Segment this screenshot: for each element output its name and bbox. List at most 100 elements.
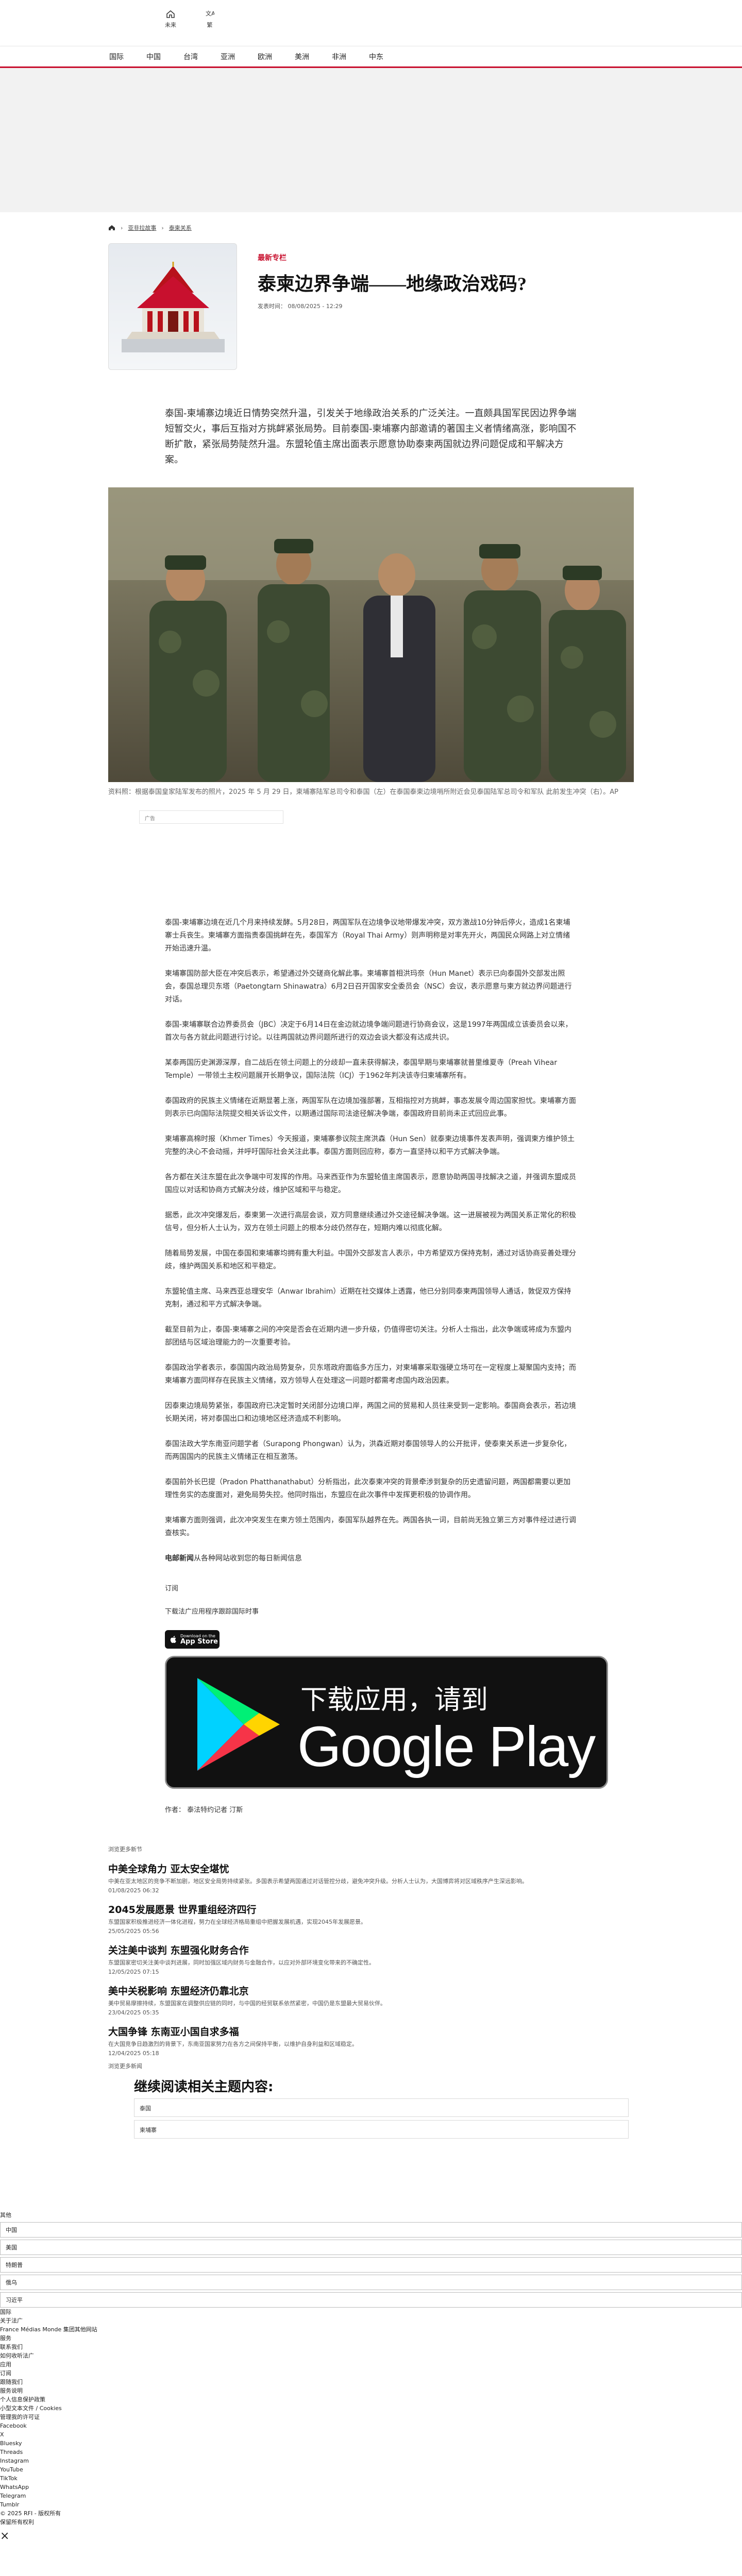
related-item-date: 12/05/2025 07:15 (108, 1969, 159, 1975)
footer-link[interactable]: 小型文本文件 / Cookies (0, 2404, 742, 2413)
footer-copyright: © 2025 RFI - 版权所有 (0, 2510, 61, 2517)
related-item[interactable]: 2045发展愿景 世界重组经济四行 东盟国家积极推进经济一体化进程，努力在全球经… (108, 1902, 603, 1935)
related-item-title[interactable]: 美中关税影响 东盟经济仍靠北京 (108, 1984, 603, 1997)
related-item-title[interactable]: 大国争锋 东南亚小国自求多福 (108, 2024, 603, 2038)
topic-tag[interactable]: 泰国 (134, 2098, 629, 2117)
footer-link[interactable]: 服务 (0, 2334, 742, 2343)
translate-tool-label: 繁 (207, 22, 213, 28)
related-item[interactable]: 中美全球角力 亚太安全堪忧 中美在亚太地区的竞争不断加剧，地区安全局势持续紧张。… (108, 1861, 603, 1894)
article-paragraph: 泰国政治学者表示，泰国国内政治局势复杂，贝东塔政府面临多方压力，对柬埔寨采取强硬… (165, 1364, 576, 1385)
google-play-cn-label: 下载应用，请到 (300, 1685, 488, 1716)
related-item-title[interactable]: 关注美中谈判 东盟强化财务合作 (108, 1943, 603, 1957)
article-paragraph: 据悉，此次冲突爆发后，泰柬第一次进行高层会谈，双方同意继续通过外交途径解决争端。… (165, 1211, 576, 1232)
breadcrumb-separator: › (121, 224, 123, 231)
translate-tool[interactable]: 文A 繁 (205, 9, 214, 29)
footer-link[interactable]: WhatsApp (0, 2483, 742, 2492)
article-hero-photo (108, 487, 634, 782)
footer-link-box[interactable]: 中国 (0, 2222, 742, 2238)
footer-link[interactable]: 联系我们 (0, 2343, 742, 2351)
subscribe-link[interactable]: 订阅 (165, 1583, 577, 1592)
footer-link[interactable]: Threads (0, 2448, 742, 2456)
footer-link-box[interactable]: 习近平 (0, 2292, 742, 2308)
main-nav: 国际 中国 台湾 亚洲 欧洲 美洲 非洲 中东 (0, 46, 742, 68)
article-paragraph: 东盟轮值主席、马来西亚总理安华（Anwar Ibrahim）近期在社交媒体上透露… (165, 1287, 571, 1309)
footer-link[interactable]: 订阅 (0, 2369, 742, 2378)
svg-text:文A: 文A (206, 10, 214, 17)
related-item-title[interactable]: 中美全球角力 亚太安全堪忧 (108, 1861, 603, 1875)
article-paragraph: 柬埔寨方面则强调，此次冲突发生在柬方领土范围内，泰国军队越界在先。两国各执一词，… (165, 1516, 576, 1537)
topic-tag[interactable]: 柬埔寨 (134, 2120, 629, 2139)
footer-title: 其他 (0, 2212, 11, 2218)
app-store-button[interactable]: Download on the App Store (165, 1630, 220, 1649)
footer-link[interactable]: 服务说明 (0, 2386, 742, 2395)
footer-link[interactable]: Bluesky (0, 2439, 742, 2448)
nav-item-international[interactable]: 国际 (109, 52, 124, 62)
translate-icon: 文A (206, 10, 214, 17)
nav-item-china[interactable]: 中国 (146, 52, 161, 62)
footer-link[interactable]: TikTok (0, 2474, 742, 2483)
footer-link[interactable]: Instagram (0, 2456, 742, 2465)
article-author: 作者： 泰法特约记者 汀斯 (165, 1806, 243, 1814)
footer-link[interactable]: X (0, 2430, 742, 2439)
google-play-label: Google Play (297, 1715, 596, 1778)
top-header: 未来 文A 繁 (0, 0, 742, 46)
site-footer: 其他 中国 美国 特朗普 俄乌 习近平 国际 关于法广 France Média… (0, 2211, 742, 2542)
nav-item-taiwan[interactable]: 台湾 (183, 52, 198, 62)
footer-link[interactable]: 国际 (0, 2308, 742, 2316)
footer-link[interactable]: Facebook (0, 2421, 742, 2430)
article-paragraph: 某泰两国历史渊源深厚，自二战后在领土问题上的分歧却一直未获得解决，泰国早期与柬埔… (165, 1059, 558, 1080)
footer-link[interactable]: 管理我的许可证 (0, 2413, 742, 2421)
footer-link-box[interactable]: 特朗普 (0, 2257, 742, 2273)
related-item[interactable]: 关注美中谈判 东盟强化财务合作 东盟国家密切关注美中谈判进展，同时加强区域内财务… (108, 1943, 603, 1975)
nav-item-asia[interactable]: 亚洲 (221, 52, 235, 62)
nav-item-europe[interactable]: 欧洲 (258, 52, 272, 62)
article-paragraph: 柬埔寨高棉时报（Khmer Times）今天报道，柬埔寨参议院主席洪森（Hun … (165, 1135, 575, 1156)
app-download-area: 订阅 下载法广应用程序跟踪国际时事 Download on the App St… (165, 1583, 608, 1814)
app-store-label: App Store (180, 1637, 218, 1646)
newsletter-promo: 电邮新闻从各种网站收到您的每日新闻信息 (165, 1552, 577, 1565)
related-item[interactable]: 大国争锋 东南亚小国自求多福 在大国竞争日趋激烈的背景下，东南亚国家努力在各方之… (108, 2024, 603, 2057)
newsletter-label[interactable]: 电邮新闻 (165, 1554, 194, 1563)
google-play-button[interactable]: 下载应用，请到 Google Play (165, 1656, 608, 1789)
nav-item-africa[interactable]: 非洲 (332, 52, 346, 62)
footer-link[interactable]: 跟随我们 (0, 2378, 742, 2386)
footer-link[interactable]: Tumblr (0, 2500, 742, 2509)
footer-link[interactable]: 个人信息保护政策 (0, 2395, 742, 2404)
related-articles: 浏览更多新节 中美全球角力 亚太安全堪忧 中美在亚太地区的竞争不断加剧，地区安全… (108, 1845, 634, 2139)
breadcrumb-item-stories[interactable]: 亚非拉故事 (128, 224, 156, 232)
article-header: 最新专栏 泰柬边界争端——地缘政治戏码? 发表时间： 08/08/2025 - … (108, 243, 634, 370)
footer-link[interactable]: France Médias Monde 集团其他网站 (0, 2325, 742, 2334)
article-paragraph: 截至目前为止，泰国-柬埔寨之间的冲突是否会在近期内进一步升级，仍值得密切关注。分… (165, 1326, 572, 1347)
related-topics-title: 继续阅读相关主题内容: (134, 2079, 274, 2095)
footer-link[interactable]: 关于法广 (0, 2316, 742, 2325)
article-paragraph: 泰国法政大学东南亚问题学者（Surapong Phongwan）认为，洪森近期对… (165, 1440, 571, 1461)
google-play-icon (197, 1678, 280, 1771)
home-tool[interactable]: 未来 (165, 9, 176, 29)
breadcrumb-item-relations[interactable]: 泰柬关系 (169, 224, 192, 232)
related-item-date: 12/04/2025 05:18 (108, 2050, 159, 2057)
footer-link[interactable]: YouTube (0, 2465, 742, 2474)
home-tool-label: 未来 (165, 22, 176, 28)
close-icon[interactable]: × (0, 2531, 742, 2542)
article-paragraph: 柬埔寨国防部大臣在冲突后表示，希望通过外交磋商化解此事。柬埔寨首相洪玛奈（Hun… (165, 970, 572, 1004)
footer-links: 国际 关于法广 France Médias Monde 集团其他网站 服务 联系… (0, 2308, 742, 2527)
nav-item-americas[interactable]: 美洲 (295, 52, 309, 62)
top-ad-zone (0, 68, 742, 212)
footer-link[interactable]: 应用 (0, 2360, 742, 2369)
article-category[interactable]: 最新专栏 (258, 252, 527, 263)
home-icon[interactable] (108, 225, 115, 231)
apple-icon (170, 1636, 176, 1643)
related-item-date: 01/08/2025 06:32 (108, 1887, 159, 1894)
related-section-label: 浏览更多新节 (108, 1846, 142, 1853)
breadcrumb-separator: › (161, 224, 164, 231)
footer-rights: 保留所有权利 (0, 2519, 34, 2526)
more-news-link[interactable]: 浏览更多新闻 (108, 2062, 634, 2070)
footer-link[interactable]: 如何收听法广 (0, 2351, 742, 2360)
related-item-title[interactable]: 2045发展愿景 世界重组经济四行 (108, 1902, 603, 1916)
publish-date: 发表时间： 08/08/2025 - 12:29 (258, 303, 343, 310)
footer-link-box[interactable]: 美国 (0, 2240, 742, 2255)
related-item[interactable]: 美中关税影响 东盟经济仍靠北京 美中贸易摩擦持续，东盟国家在调整供应链的同时，与… (108, 1984, 603, 2016)
footer-link[interactable]: Telegram (0, 2492, 742, 2500)
footer-link-box[interactable]: 俄乌 (0, 2275, 742, 2290)
nav-item-middle-east[interactable]: 中东 (369, 52, 383, 62)
